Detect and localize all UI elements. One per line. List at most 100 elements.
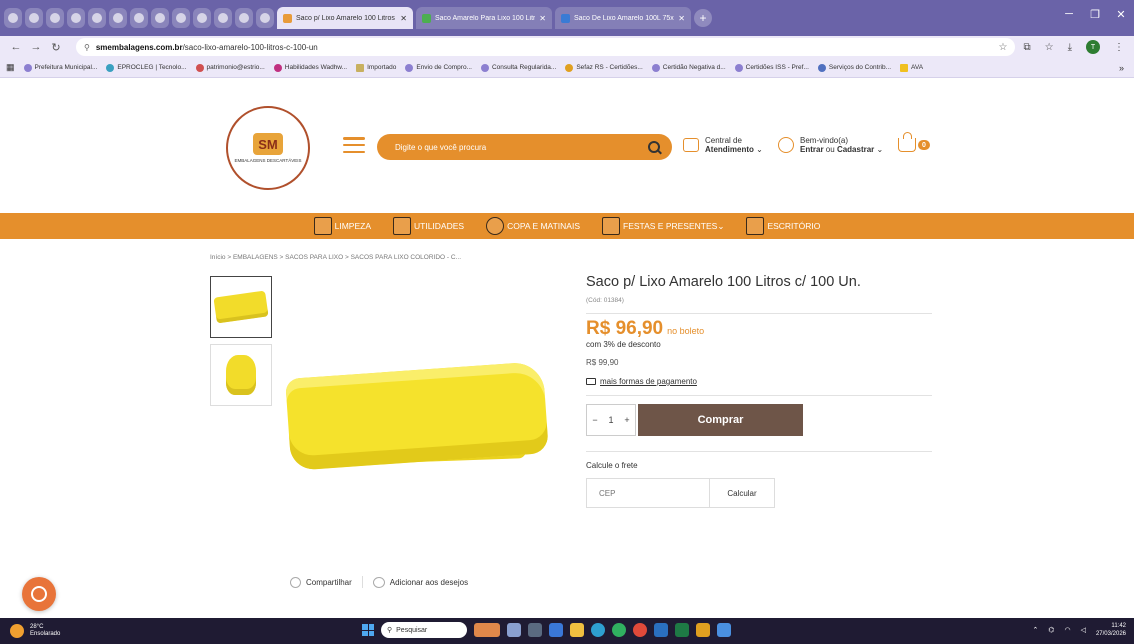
- cart-button[interactable]: 0: [898, 132, 930, 152]
- browser-tab[interactable]: Saco De Lixo Amarelo 100L 75x ✕: [555, 7, 691, 29]
- bookmark-item[interactable]: Serviços do Contrib...: [817, 63, 891, 72]
- taskbar-search[interactable]: ⚲ Pesquisar: [381, 622, 467, 638]
- volume-icon[interactable]: ◁: [1081, 626, 1086, 634]
- account-menu[interactable]: Bem-vindo(a) Entrar ou Cadastrar ⌄: [778, 136, 883, 154]
- bookmark-item[interactable]: Envio de Compro...: [405, 63, 472, 72]
- pinned-tab[interactable]: [256, 8, 274, 28]
- file-explorer-icon[interactable]: [570, 623, 584, 637]
- category-escritorio[interactable]: ESCRITÓRIO: [746, 217, 820, 235]
- app-icon[interactable]: [696, 623, 710, 637]
- bookmark-item[interactable]: Prefeitura Municipal...: [23, 63, 97, 72]
- pinned-tab[interactable]: [172, 8, 190, 28]
- calculate-button[interactable]: Calcular: [709, 479, 774, 507]
- pinned-tab[interactable]: [235, 8, 253, 28]
- register-link[interactable]: Cadastrar: [837, 145, 874, 154]
- apps-icon[interactable]: ▦: [6, 62, 15, 73]
- chevron-up-icon[interactable]: ⌃: [1032, 626, 1038, 634]
- bookmark-item[interactable]: AVA: [900, 63, 923, 72]
- windows-start-icon[interactable]: [362, 624, 374, 636]
- product-main-image[interactable]: [278, 356, 550, 506]
- calculator-icon[interactable]: [528, 623, 542, 637]
- category-copa[interactable]: COPA E MATINAIS: [486, 217, 580, 235]
- product-thumbnail[interactable]: [210, 276, 272, 338]
- breadcrumb[interactable]: Início > EMBALAGENS > SACOS PARA LIXO > …: [210, 254, 461, 261]
- bookmark-item[interactable]: patrimonio@estrio...: [195, 63, 265, 72]
- pinned-tab[interactable]: [151, 8, 169, 28]
- widgets-icon[interactable]: [474, 623, 500, 637]
- downloads-icon[interactable]: ⤓: [1068, 42, 1072, 53]
- more-bookmarks-icon[interactable]: »: [1119, 63, 1134, 73]
- search-icon[interactable]: [648, 141, 660, 153]
- restore-icon[interactable]: ❐: [1082, 0, 1108, 28]
- login-link[interactable]: Entrar: [800, 145, 824, 154]
- pinned-tab[interactable]: [109, 8, 127, 28]
- pinned-tab[interactable]: [88, 8, 106, 28]
- extensions-icon[interactable]: ⧉: [1023, 42, 1030, 53]
- category-festas[interactable]: FESTAS E PRESENTES ⌄: [602, 217, 724, 235]
- bookmark-item[interactable]: Importado: [356, 63, 396, 72]
- chrome-icon[interactable]: [633, 623, 647, 637]
- pinned-tab[interactable]: [130, 8, 148, 28]
- app-icon[interactable]: [549, 623, 563, 637]
- address-bar[interactable]: ⚲ smembalagens.com.br /saco-lixo-amarelo…: [76, 38, 1016, 56]
- category-utilidades[interactable]: UTILIDADES: [393, 217, 464, 235]
- new-tab-button[interactable]: +: [694, 9, 712, 27]
- bookmark-item[interactable]: Habilidades Wadhw...: [273, 63, 347, 72]
- close-tab-icon[interactable]: ✕: [400, 14, 407, 23]
- forward-icon[interactable]: →: [28, 41, 44, 53]
- qty-decrement-button[interactable]: −: [592, 415, 597, 425]
- bookmark-star-icon[interactable]: ☆: [999, 42, 1008, 53]
- more-payment-link[interactable]: mais formas de pagamento: [586, 377, 697, 386]
- reload-icon[interactable]: ↻: [48, 41, 64, 54]
- excel-icon[interactable]: [675, 623, 689, 637]
- product-thumbnail[interactable]: [210, 344, 272, 406]
- photos-icon[interactable]: [717, 623, 731, 637]
- search-input[interactable]: Digite o que você procura: [395, 143, 648, 152]
- site-info-icon[interactable]: ⚲: [84, 43, 90, 52]
- pinned-tab[interactable]: [46, 8, 64, 28]
- customer-service-link[interactable]: Central de Atendimento ⌄: [683, 136, 763, 154]
- browser-tab-active[interactable]: Saco p/ Lixo Amarelo 100 Litros c/ ✕: [277, 7, 413, 29]
- pinned-tab[interactable]: [25, 8, 43, 28]
- edge-icon[interactable]: [591, 623, 605, 637]
- app-icon[interactable]: [612, 623, 626, 637]
- qty-increment-button[interactable]: +: [624, 415, 629, 425]
- pinned-tab[interactable]: [193, 8, 211, 28]
- share-icon[interactable]: [290, 576, 301, 588]
- whatsapp-button[interactable]: [22, 577, 56, 611]
- network-icon[interactable]: ⌬: [1048, 626, 1054, 634]
- profile-avatar[interactable]: T: [1086, 40, 1100, 54]
- bookmark-item[interactable]: Certidão Negativa d...: [651, 63, 726, 72]
- wifi-icon[interactable]: ◠: [1064, 626, 1070, 634]
- store-logo[interactable]: SM EMBALAGENS DESCARTÁVEIS: [226, 106, 310, 190]
- browser-profile-button[interactable]: [4, 8, 22, 28]
- pinned-tab[interactable]: [214, 8, 232, 28]
- bookmark-item[interactable]: Sefaz RS - Certidões...: [565, 63, 643, 72]
- app-icon[interactable]: [654, 623, 668, 637]
- buy-button[interactable]: Comprar: [638, 404, 803, 436]
- close-window-icon[interactable]: ✕: [1108, 0, 1134, 28]
- favorites-icon[interactable]: ☆: [1045, 42, 1054, 53]
- task-view-icon[interactable]: [507, 623, 521, 637]
- bookmark-item[interactable]: Certidões ISS - Pref...: [734, 63, 809, 72]
- menu-hamburger-icon[interactable]: [343, 137, 365, 153]
- share-link[interactable]: Compartilhar: [306, 578, 352, 587]
- cep-input[interactable]: [587, 479, 709, 507]
- bookmark-item[interactable]: EPROCLEG | Tecnolo...: [106, 63, 187, 72]
- menu-icon[interactable]: ⋮: [1114, 42, 1124, 53]
- bookmark-item[interactable]: Consulta Regularida...: [480, 63, 556, 72]
- minimize-icon[interactable]: ─: [1056, 0, 1082, 28]
- qty-value[interactable]: 1: [608, 415, 613, 425]
- search-bar[interactable]: Digite o que você procura: [377, 134, 672, 160]
- close-tab-icon[interactable]: ✕: [678, 14, 685, 23]
- weather-widget[interactable]: 28°C Ensolarado: [0, 624, 300, 638]
- close-tab-icon[interactable]: ✕: [539, 14, 546, 23]
- browser-tab[interactable]: Saco Amarelo Para Lixo 100 Litros ✕: [416, 7, 552, 29]
- back-icon[interactable]: ←: [8, 41, 24, 53]
- category-limpeza[interactable]: LIMPEZA: [313, 217, 371, 235]
- quantity-stepper[interactable]: − 1 +: [586, 404, 636, 436]
- wishlist-link[interactable]: Adicionar aos desejos: [390, 578, 468, 587]
- heart-icon[interactable]: [372, 576, 385, 588]
- pinned-tab[interactable]: [67, 8, 85, 28]
- clock[interactable]: 11:42 27/03/2026: [1096, 622, 1126, 638]
